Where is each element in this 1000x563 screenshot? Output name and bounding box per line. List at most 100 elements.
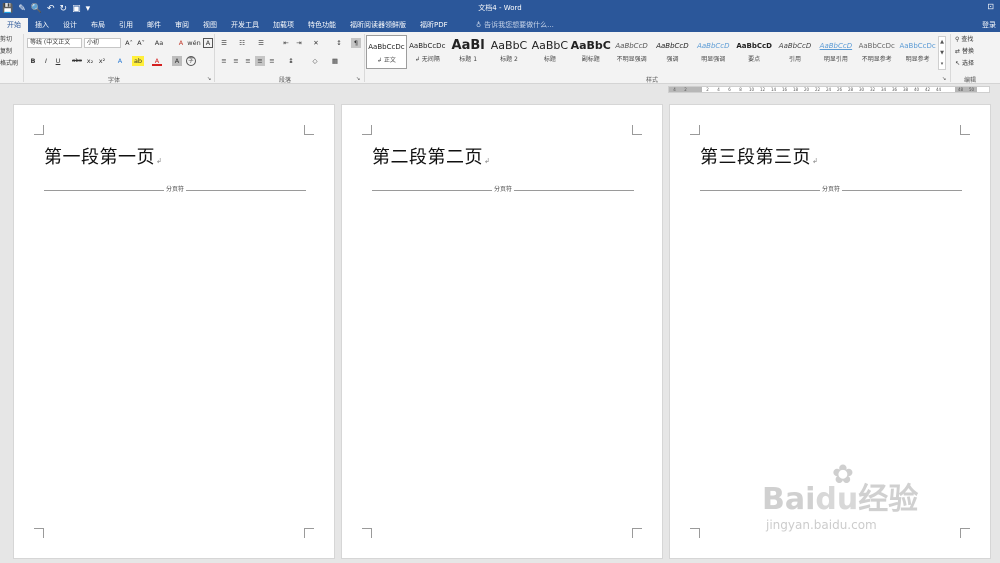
ribbon-tab[interactable]: 福昕PDF (413, 18, 455, 32)
font-family-select[interactable]: 等线 (中文正文 (27, 38, 82, 48)
ruler-tick: 2 (706, 87, 709, 92)
watermark-logo: Baidu经验 (762, 474, 918, 518)
ruler-tick: 42 (924, 87, 931, 92)
style-item[interactable]: AaBbC 副标题 (570, 35, 611, 69)
horizontal-ruler[interactable]: 4 2 2 4 6 8 10 12 14 16 18 20 22 24 26 28 30 32 34 36 38 40 42… (668, 86, 990, 93)
style-name: 明显参考 (905, 56, 930, 63)
tell-me-box[interactable]: ♁ 告诉我您想要做什么... (476, 18, 554, 32)
page-heading[interactable]: 第一段第一页↲ (44, 143, 162, 169)
copy-button[interactable]: 复制 (0, 48, 12, 56)
ruler-tick: 4 (669, 87, 680, 92)
ribbon-tab[interactable]: 邮件 (140, 18, 168, 32)
ribbon-tab[interactable]: 开发工具 (224, 18, 266, 32)
line-spacing-icon[interactable]: ↨ (286, 56, 296, 66)
find-label: 查找 (961, 36, 974, 43)
clear-format-icon[interactable]: A (176, 38, 186, 48)
font-size-select[interactable]: 小初 (84, 38, 121, 48)
style-item[interactable]: AaBbCcD 强调 (652, 35, 693, 69)
ribbon-tab[interactable]: 审阅 (168, 18, 196, 32)
ribbon-display-icon[interactable]: ⊡ (987, 2, 994, 11)
document-page-1[interactable]: 第一段第一页↲ 分页符 (13, 104, 335, 559)
shrink-font-icon[interactable]: A˅ (136, 38, 146, 48)
style-item[interactable]: AaBbCcD 明显引用 (815, 35, 856, 69)
italic-button[interactable]: I (41, 56, 51, 66)
align-right-icon[interactable]: ≡ (243, 56, 253, 66)
login-link[interactable]: 登录 (982, 18, 996, 32)
highlight-icon[interactable]: ab (132, 56, 144, 66)
ruler-tick: 24 (825, 87, 832, 92)
style-item[interactable]: AaBbCcDc 明显参考 (897, 35, 938, 69)
style-item[interactable]: AaBbCcD 不明显强调 (611, 35, 652, 69)
ruler-tick: 38 (902, 87, 909, 92)
align-left-icon[interactable]: ≡ (219, 56, 229, 66)
page-heading[interactable]: 第二段第二页↲ (372, 143, 490, 169)
separator (950, 34, 951, 82)
numbering-icon[interactable]: ☷ (237, 38, 247, 48)
paragraph-dialog-launcher-icon[interactable]: ↘ (356, 75, 360, 83)
ruler-tick: 32 (869, 87, 876, 92)
grow-font-icon[interactable]: A˄ (124, 38, 134, 48)
char-shading-icon[interactable]: A (172, 56, 182, 66)
style-item[interactable]: AaBl 标题 1 (448, 35, 489, 69)
cursor-icon: ↖ (955, 60, 962, 67)
justify-icon[interactable]: ≡ (255, 56, 265, 66)
distribute-icon[interactable]: ≡ (267, 56, 277, 66)
styles-dialog-launcher-icon[interactable]: ↘ (942, 75, 946, 83)
style-item[interactable]: AaBbCcDc ↲ 正文 (366, 35, 407, 69)
style-item[interactable]: AaBbCcDc ↲ 无间隔 (407, 35, 448, 69)
ribbon-tab[interactable]: 开始 (0, 18, 28, 32)
cut-button[interactable]: 剪切 (0, 36, 12, 44)
text-effects-icon[interactable]: A (115, 56, 125, 66)
paragraph-mark-icon: ↲ (812, 157, 819, 165)
ribbon-tab[interactable]: 视图 (196, 18, 224, 32)
enclose-char-icon[interactable]: 字 (186, 56, 196, 66)
sort-icon[interactable]: ↕ (334, 38, 344, 48)
ribbon-tab[interactable]: 设计 (56, 18, 84, 32)
ribbon-tab[interactable]: 特色功能 (301, 18, 343, 32)
multilevel-list-icon[interactable]: ☰ (256, 38, 266, 48)
bold-button[interactable]: B (28, 56, 38, 66)
char-border-icon[interactable]: A (203, 38, 213, 48)
editing-group-label: 编辑 (964, 77, 977, 84)
style-preview: AaBbCcD (819, 42, 853, 50)
format-painter-button[interactable]: 格式刷 (0, 60, 18, 68)
style-item[interactable]: AaBbCcD 明显强调 (693, 35, 734, 69)
subscript-button[interactable]: x₂ (85, 56, 95, 66)
page-heading[interactable]: 第三段第三页↲ (700, 143, 818, 169)
style-item[interactable]: AaBbCcDc 不明显参考 (856, 35, 897, 69)
borders-icon[interactable]: ▦ (330, 56, 340, 66)
style-item[interactable]: AaBbCcD 引用 (775, 35, 816, 69)
font-color-icon[interactable]: A (152, 56, 162, 66)
select-button[interactable]: ↖ 选择 (955, 60, 974, 68)
asian-layout-icon[interactable]: ✕ (311, 38, 321, 48)
style-item[interactable]: AaBbCcD 要点 (734, 35, 775, 69)
bullets-icon[interactable]: ☰ (219, 38, 229, 48)
ribbon-tab[interactable]: 布局 (84, 18, 112, 32)
change-case-icon[interactable]: Aa (152, 38, 166, 48)
document-page-2[interactable]: 第二段第二页↲ 分页符 (341, 104, 663, 559)
align-center-icon[interactable]: ≡ (231, 56, 241, 66)
title-bar: 💾 ✎ 🔍 ↶ ↻ ▣ ▾ 文档4 - Word ⊡ (0, 0, 1000, 18)
replace-button[interactable]: ⇄ 替换 (955, 48, 974, 56)
ribbon-tab[interactable]: 福昕阅读器领鲜版 (343, 18, 413, 32)
ruler-tick: 20 (803, 87, 810, 92)
ribbon-tab[interactable]: 加载项 (266, 18, 301, 32)
strikethrough-button[interactable]: abc (70, 56, 84, 66)
style-item[interactable]: AaBbC 标题 (529, 35, 570, 69)
decrease-indent-icon[interactable]: ⇤ (281, 38, 291, 48)
phonetic-guide-icon[interactable]: wén (187, 38, 201, 48)
ribbon-tab[interactable]: 插入 (28, 18, 56, 32)
style-item[interactable]: AaBbC 标题 2 (489, 35, 530, 69)
shading-icon[interactable]: ◇ (310, 56, 320, 66)
show-marks-icon[interactable]: ¶ (351, 38, 361, 48)
ribbon-tab[interactable]: 引用 (112, 18, 140, 32)
separator (214, 34, 215, 82)
increase-indent-icon[interactable]: ⇥ (294, 38, 304, 48)
font-dialog-launcher-icon[interactable]: ↘ (207, 75, 211, 83)
superscript-button[interactable]: x² (97, 56, 107, 66)
corner-mark (362, 125, 372, 135)
styles-group-label: 样式 (646, 77, 659, 84)
find-button[interactable]: ⚲ 查找 (955, 36, 973, 44)
gallery-scroll-icon[interactable]: ▲ ▼ ▾ (938, 36, 946, 70)
underline-button[interactable]: U (53, 56, 63, 66)
